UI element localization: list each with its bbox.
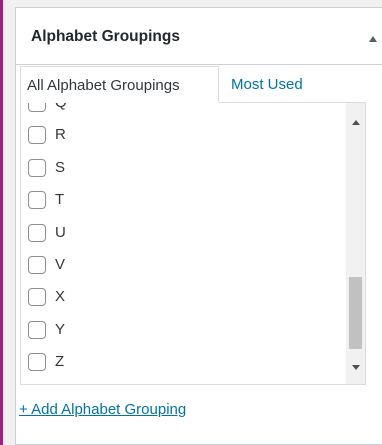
scroll-down-arrow-icon[interactable] — [352, 365, 360, 370]
list-item[interactable]: Z — [21, 346, 347, 378]
term-checkbox-z[interactable] — [28, 353, 46, 372]
terms-checklist: Q R S T U V X Y Z — [21, 103, 347, 379]
term-label: S — [55, 158, 66, 176]
list-item[interactable]: Q — [21, 103, 347, 119]
term-checkbox-v[interactable] — [28, 255, 46, 274]
term-checkbox-s[interactable] — [28, 158, 46, 177]
tab-all-alphabet-groupings[interactable]: All Alphabet Groupings — [20, 66, 219, 103]
list-item[interactable]: T — [21, 184, 347, 216]
tab-most-used[interactable]: Most Used — [231, 66, 303, 103]
term-label: Y — [55, 320, 66, 338]
term-label: X — [55, 288, 66, 306]
term-checkbox-u[interactable] — [28, 223, 46, 242]
add-alphabet-grouping-link[interactable]: + Add Alphabet Grouping — [19, 401, 186, 418]
list-item[interactable]: R — [21, 119, 347, 151]
term-label: U — [55, 223, 66, 241]
term-checkbox-t[interactable] — [28, 191, 46, 210]
term-label: Z — [55, 353, 65, 371]
list-item[interactable]: S — [21, 152, 347, 184]
metabox-header: Alphabet Groupings — [16, 8, 382, 65]
term-label: R — [55, 126, 66, 144]
term-label: T — [55, 191, 65, 209]
collapse-toggle-icon[interactable] — [369, 36, 377, 42]
term-label: V — [55, 255, 66, 273]
editor-sidebar-frame: Alphabet Groupings All Alphabet Grouping… — [0, 0, 382, 445]
list-item[interactable]: U — [21, 217, 347, 249]
term-checkbox-x[interactable] — [28, 288, 46, 307]
scroll-up-arrow-icon[interactable] — [352, 120, 360, 125]
term-checkbox-r[interactable] — [28, 126, 46, 145]
metabox-title: Alphabet Groupings — [31, 28, 180, 45]
scroll-thumb[interactable] — [349, 277, 362, 349]
list-item[interactable]: Y — [21, 314, 347, 346]
terms-checklist-panel[interactable]: Q R S T U V X Y Z — [20, 102, 366, 385]
list-item[interactable]: X — [21, 281, 347, 313]
list-item[interactable]: V — [21, 249, 347, 281]
term-checkbox-y[interactable] — [28, 320, 46, 339]
checklist-scrollbar[interactable] — [346, 103, 365, 384]
